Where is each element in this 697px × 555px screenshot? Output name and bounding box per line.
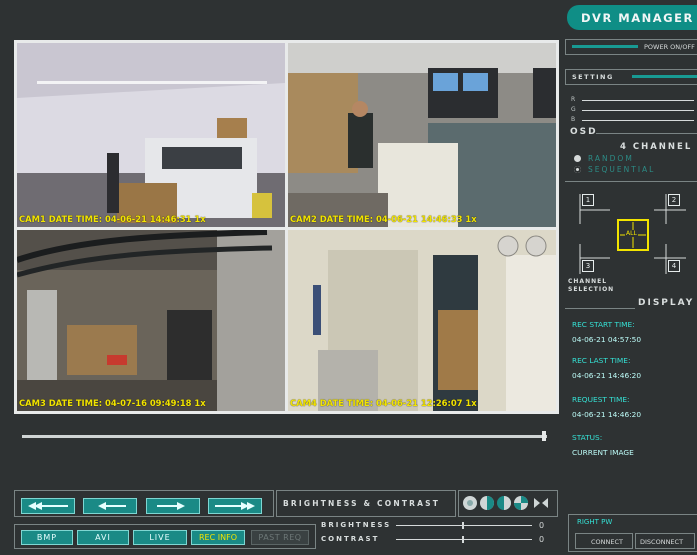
status-label: STATUS: [572,433,603,442]
rgb-r-slider[interactable] [582,100,694,101]
fast-forward-button[interactable] [208,498,262,514]
contrast-slider[interactable] [396,539,532,540]
rec-last-label: REC LAST TIME: [572,356,631,365]
rec-start-label: REC START TIME: [572,320,635,329]
app-title: DVR MANAGER [581,11,694,25]
live-button[interactable]: LIVE [133,530,187,545]
contrast-slider-handle[interactable] [462,536,464,543]
camera-4-image [288,230,556,411]
random-radio-icon[interactable] [574,155,581,162]
rec-start-value: 04-06-21 04:57:50 [572,335,642,344]
brightness-slider[interactable] [396,525,532,526]
camera-view-3[interactable]: CAM3 DATE TIME: 04-07-16 09:49:18 1x [17,230,285,411]
play-icon [157,502,185,510]
channel-all-button[interactable]: ALL [625,230,638,237]
fast-forward-icon [215,502,255,510]
video-grid: CAM1 DATE TIME: 04-06-21 14:46:31 1x CAM… [14,40,559,414]
connect-button[interactable]: CONNECT [575,533,633,549]
timeline-handle[interactable] [542,431,546,441]
contrast-value: 0 [539,535,545,544]
mode-button-panel: BMP AVI LIVE REC INFO PAST REQ [14,524,316,549]
rec-info-button[interactable]: REC INFO [191,530,245,545]
camera-4-caption: CAM4 DATE TIME: 04-06-21 12:26:07 1x [290,398,477,408]
camera-2-image [288,43,556,227]
power-panel: POWER ON/OFF [565,39,697,55]
disconnect-button[interactable]: DISCONNECT [635,533,695,549]
osd-divider [596,133,697,134]
disconnect-label: DISCONNECT [640,538,684,546]
contrast-label: CONTRAST [321,535,380,543]
display-title: DISPLAY [638,298,695,308]
brightness-slider-handle[interactable] [462,522,464,529]
transport-panel [14,490,274,517]
camera-3-caption: CAM3 DATE TIME: 04-07-16 09:49:18 1x [19,398,206,408]
avi-button[interactable]: AVI [77,530,129,545]
play-button[interactable] [146,498,200,514]
brightness-contrast-header: BRIGHTNESS & CONTRAST [276,490,456,517]
connect-label: CONNECT [591,538,623,546]
power-toggle-bar[interactable] [572,45,638,48]
rgb-b-slider[interactable] [582,120,694,121]
camera-3-image [17,230,285,411]
right-pw-panel: RIGHT PW CONNECT DISCONNECT [568,514,697,552]
camera-view-2[interactable]: CAM2 DATE TIME: 04-06-21 14:46:33 1x [288,43,556,227]
request-time-label: REQUEST TIME: [572,395,630,404]
brightness-label: BRIGHTNESS [321,521,392,529]
channel-mode-title: 4 CHANNEL [620,142,693,152]
color-preset-panel [458,490,558,517]
camera-view-4[interactable]: CAM4 DATE TIME: 04-06-21 12:26:07 1x [288,230,556,411]
brightness-value: 0 [539,521,545,530]
dvr-manager-window: CAM1 DATE TIME: 04-06-21 14:46:31 1x CAM… [0,0,697,555]
sequential-label: SEQUENTIAL [588,165,656,174]
title-banner: DVR MANAGER [567,5,697,30]
rec-last-value: 04-06-21 14:46:20 [572,371,642,380]
rgb-g-slider[interactable] [582,110,694,111]
channel-4-button[interactable]: 4 [668,260,680,272]
rgb-r-label: R [571,96,576,103]
status-value: CURRENT IMAGE [572,448,634,457]
channel-1-button[interactable]: 1 [582,194,594,206]
channel-3-button[interactable]: 3 [582,260,594,272]
request-time-value: 04-06-21 14:46:20 [572,410,642,419]
rgb-g-label: G [571,106,576,113]
setting-bar[interactable] [632,75,697,78]
channel-divider [565,181,697,182]
bmp-button[interactable]: BMP [21,530,73,545]
channel-selection-label: CHANNEL SELECTION [568,278,615,293]
power-label: POWER ON/OFF [644,43,695,51]
setting-panel: SETTING [565,69,697,85]
camera-1-image [17,43,285,227]
display-divider [565,308,635,309]
channel-2-button[interactable]: 2 [668,194,680,206]
camera-1-caption: CAM1 DATE TIME: 04-06-21 14:46:31 1x [19,214,206,224]
camera-2-caption: CAM2 DATE TIME: 04-06-21 14:46:33 1x [290,214,477,224]
setting-label: SETTING [572,73,614,81]
camera-view-1[interactable]: CAM1 DATE TIME: 04-06-21 14:46:31 1x [17,43,285,227]
rewind-fast-button[interactable] [21,498,75,514]
rgb-b-label: B [571,116,576,123]
color-preset-icons [463,496,548,510]
past-req-button[interactable]: PAST REQ [251,530,309,545]
sequential-radio-icon[interactable] [574,166,581,173]
random-label: RANDOM [588,154,634,163]
rewind-icon [98,502,126,510]
playback-timeline[interactable] [22,435,547,438]
osd-label: OSD [570,127,598,137]
rewind-button[interactable] [83,498,137,514]
channel-selection-grid: 1 2 3 4 ALL [574,190,690,278]
right-pw-label: RIGHT PW [577,518,613,526]
fast-rewind-icon [28,502,68,510]
brightness-contrast-title: BRIGHTNESS & CONTRAST [283,499,441,508]
